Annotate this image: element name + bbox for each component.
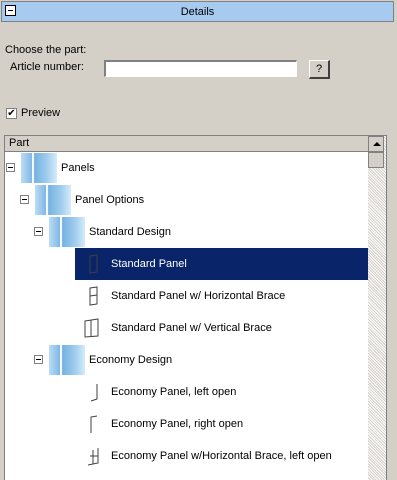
folder-icon xyxy=(49,345,85,375)
tree-row-economy-right-open[interactable]: Economy Panel, right open xyxy=(5,408,368,440)
folder-icon xyxy=(35,185,71,215)
economy-right-open-icon xyxy=(90,415,98,433)
tree-row-economy-left-open[interactable]: Economy Panel, left open xyxy=(5,376,368,408)
tree-row-label: Economy Panel w/Horizontal Brace, left o… xyxy=(111,450,332,462)
economy-left-open-icon xyxy=(90,384,98,402)
tree-row-vertical-brace[interactable]: Standard Panel w/ Vertical Brace xyxy=(5,312,368,344)
tree-row-economy-brace-left-open[interactable]: Economy Panel w/Horizontal Brace, left o… xyxy=(5,440,368,472)
tree-row-panel-options[interactable]: Panel Options xyxy=(5,184,368,216)
article-lookup-button[interactable]: ? xyxy=(309,60,330,79)
expander-icon[interactable] xyxy=(34,355,43,364)
tree-row-standard-design[interactable]: Standard Design xyxy=(5,216,368,248)
tree-row-label: Standard Panel w/ Horizontal Brace xyxy=(111,290,286,302)
panel-title: Details xyxy=(180,6,215,18)
tree-row-economy-design[interactable]: Economy Design xyxy=(5,344,368,376)
tree-vertical-scrollbar[interactable] xyxy=(368,136,386,480)
folder-icon xyxy=(21,153,57,183)
article-number-label: Article number: xyxy=(10,61,84,73)
tree-row-label: Standard Panel xyxy=(111,258,187,270)
tree-column-header[interactable]: Part xyxy=(5,136,368,152)
tree-row-label: Panel Options xyxy=(75,194,145,206)
horizontal-brace-panel-icon xyxy=(89,286,98,306)
tree-row-label: Economy Panel, right open xyxy=(111,418,244,430)
tree-row-panels[interactable]: Panels xyxy=(5,152,368,184)
economy-brace-left-open-icon xyxy=(87,448,99,466)
tree-row-standard-panel[interactable]: Standard Panel xyxy=(5,248,368,280)
tree-row-label: Panels xyxy=(61,162,95,174)
vertical-brace-panel-icon xyxy=(84,318,99,338)
preview-label: Preview xyxy=(21,107,61,119)
tree-row-label: Economy Design xyxy=(89,354,173,366)
tree-row-label: Standard Design xyxy=(89,226,171,238)
standard-panel-icon xyxy=(89,254,98,274)
tree-row-label: Economy Panel, left open xyxy=(111,386,237,398)
scroll-up-arrow-icon[interactable] xyxy=(368,136,384,152)
expander-icon[interactable] xyxy=(6,163,15,172)
expander-icon[interactable] xyxy=(34,227,43,236)
tree-row-horizontal-brace[interactable]: Standard Panel w/ Horizontal Brace xyxy=(5,280,368,312)
expander-icon[interactable] xyxy=(20,195,29,204)
preview-checkbox[interactable]: ✔ xyxy=(6,108,17,119)
tree-row-label: Standard Panel w/ Vertical Brace xyxy=(111,322,272,334)
article-number-input[interactable] xyxy=(104,60,297,77)
part-tree: Part Panels Panel Options Standard Desig… xyxy=(4,135,387,480)
folder-icon xyxy=(49,217,85,247)
details-panel-header: Details xyxy=(1,1,394,22)
scroll-thumb[interactable] xyxy=(368,152,384,168)
choose-part-label: Choose the part: xyxy=(5,44,87,56)
